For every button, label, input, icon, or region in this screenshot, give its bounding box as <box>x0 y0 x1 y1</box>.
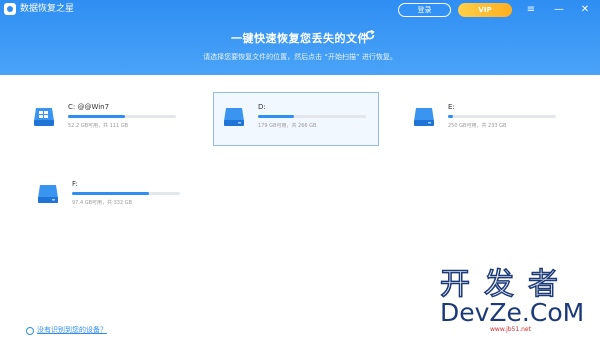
minimize-icon[interactable]: — <box>552 3 566 17</box>
drive-usage-fill <box>258 115 294 118</box>
drive-name: F: <box>72 180 78 188</box>
drive-usage-bar <box>448 115 556 118</box>
drive-name: E: <box>448 103 455 111</box>
drive-name: C: @@Win7 <box>68 103 110 111</box>
drive-item-f[interactable]: F: 97.4 GB可用，共 332 GB <box>28 170 194 224</box>
watermark-url: www.jb51.net <box>490 326 531 333</box>
app-title: 数据恢复之星 <box>20 4 75 14</box>
login-button[interactable]: 登录 <box>398 3 451 17</box>
menu-icon[interactable]: ≡ <box>524 3 538 17</box>
drive-usage-text: 52.2 GB可用，共 111 GB <box>68 123 129 129</box>
header-banner: 数据恢复之星 登录 VIP ≡ — ✕ 一键快速恢复您丢失的文件 请选择您要恢复… <box>0 0 600 75</box>
drive-item-c[interactable]: C: @@Win7 52.2 GB可用，共 111 GB <box>24 93 190 147</box>
vip-button[interactable]: VIP <box>458 3 512 17</box>
drive-icon <box>224 108 244 126</box>
drive-usage-fill <box>72 192 149 195</box>
app-logo-icon <box>4 3 16 15</box>
drive-usage-fill <box>68 115 126 118</box>
drive-usage-text: 179 GB可用，共 266 GB <box>258 123 317 129</box>
drive-usage-text: 250 GB可用，共 233 GB <box>448 123 507 129</box>
drive-usage-fill <box>448 115 454 118</box>
page-subtitle: 请选择您要恢复文件的位置，然后点击 “开始扫描” 进行恢复。 <box>203 53 397 61</box>
drive-usage-bar <box>68 115 176 118</box>
system-drive-icon <box>34 108 54 126</box>
drive-icon <box>414 108 434 126</box>
title-bar: 数据恢复之星 登录 VIP ≡ — ✕ <box>0 0 600 20</box>
missing-device-link[interactable]: 没有识别到您的设备？ <box>37 326 107 335</box>
drive-usage-bar <box>72 192 180 195</box>
drive-usage-bar <box>258 115 366 118</box>
watermark-en: DevZe.CoM <box>440 298 585 327</box>
help-icon <box>26 327 34 335</box>
drive-item-d[interactable]: D: 179 GB可用，共 266 GB <box>213 92 379 146</box>
close-icon[interactable]: ✕ <box>578 3 592 17</box>
drive-name: D: <box>258 103 266 111</box>
drive-icon <box>38 185 58 203</box>
watermark: 开发者 DevZe.CoM www.jb51.net <box>439 267 598 336</box>
drive-usage-text: 97.4 GB可用，共 332 GB <box>72 200 133 206</box>
refresh-icon[interactable] <box>364 29 376 41</box>
drive-item-e[interactable]: E: 250 GB可用，共 233 GB <box>404 93 570 147</box>
watermark-cn: 开发者 <box>439 267 572 303</box>
page-title: 一键快速恢复您丢失的文件 <box>231 32 369 45</box>
